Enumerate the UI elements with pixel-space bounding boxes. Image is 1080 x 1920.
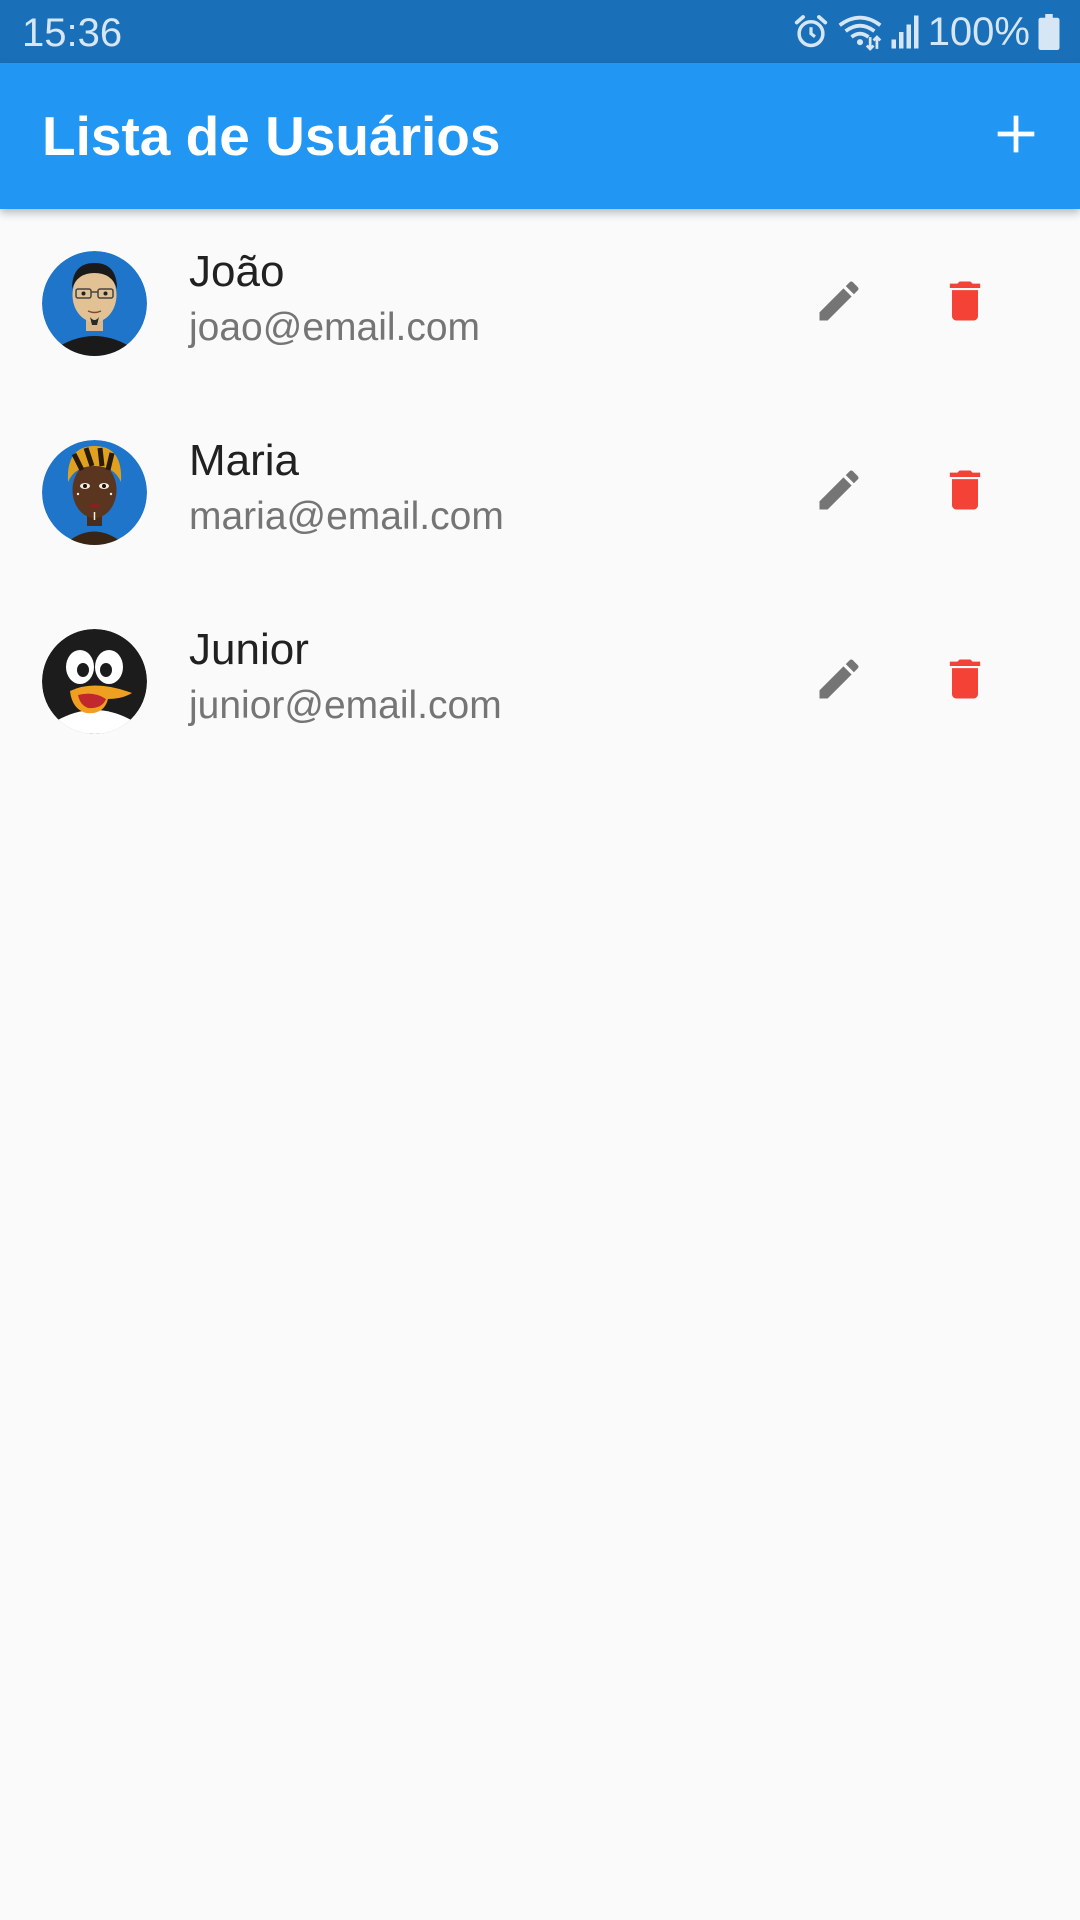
woman-with-headwrap-avatar (42, 440, 147, 545)
signal-icon (890, 14, 920, 50)
status-time: 15:36 (22, 11, 123, 55)
plus-icon (994, 112, 1038, 161)
screen: 15:36 100% Lista de Usuários João joao@e… (0, 0, 1080, 1920)
battery-percent: 100% (927, 10, 1030, 54)
pencil-icon (813, 653, 865, 710)
wifi-icon (838, 13, 882, 51)
delete-user-button[interactable] (917, 255, 1013, 351)
delete-user-button[interactable] (917, 633, 1013, 729)
edit-user-button[interactable] (791, 444, 887, 540)
trash-icon (939, 275, 991, 332)
battery-icon (1038, 14, 1060, 50)
user-email: joao@email.com (189, 306, 481, 349)
user-email: junior@email.com (189, 684, 502, 727)
trash-icon (939, 653, 991, 710)
add-user-button[interactable] (976, 96, 1056, 176)
list-item[interactable]: Junior junior@email.com (0, 587, 1080, 776)
status-bar: 15:36 100% (0, 0, 1080, 63)
alarm-icon (792, 13, 830, 51)
edit-user-button[interactable] (791, 633, 887, 729)
user-list: João joao@email.com Maria maria@email.co… (0, 209, 1080, 776)
delete-user-button[interactable] (917, 444, 1013, 540)
user-name: Junior (189, 625, 309, 674)
app-bar: Lista de Usuários (0, 63, 1080, 209)
user-name: Maria (189, 436, 300, 485)
man-with-glasses-avatar (42, 251, 147, 356)
trash-icon (939, 464, 991, 521)
list-item[interactable]: João joao@email.com (0, 209, 1080, 398)
user-email: maria@email.com (189, 495, 504, 538)
status-icons: 100% (792, 6, 1060, 58)
edit-user-button[interactable] (791, 255, 887, 351)
pencil-icon (813, 464, 865, 521)
list-item[interactable]: Maria maria@email.com (0, 398, 1080, 587)
user-name: João (189, 247, 285, 296)
penguin-avatar (42, 629, 147, 734)
page-title: Lista de Usuários (42, 105, 501, 167)
pencil-icon (813, 275, 865, 332)
